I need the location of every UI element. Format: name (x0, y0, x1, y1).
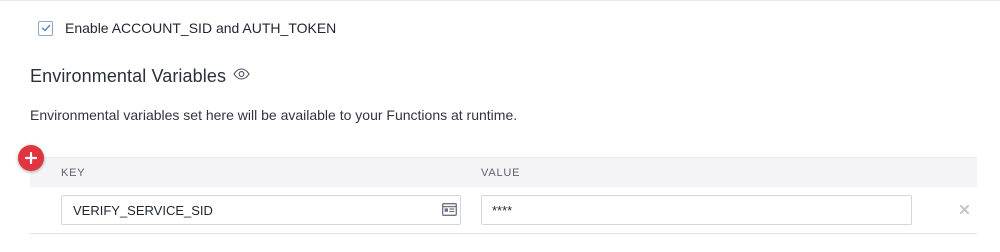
functions-config-panel: Enable ACCOUNT_SID and AUTH_TOKEN Enviro… (0, 0, 1000, 252)
column-header-key: KEY (61, 167, 86, 179)
contact-card-icon[interactable] (442, 203, 457, 216)
top-divider (0, 0, 1000, 1)
enable-credentials-label: Enable ACCOUNT_SID and AUTH_TOKEN (65, 20, 337, 36)
checkmark-icon (41, 24, 50, 32)
column-header-value: VALUE (481, 167, 521, 179)
value-input[interactable] (481, 195, 912, 225)
remove-variable-button[interactable] (958, 203, 970, 215)
plus-icon (25, 152, 37, 164)
section-title: Environmental Variables (30, 66, 227, 86)
env-table-header: KEY VALUE (30, 157, 977, 187)
table-row (30, 187, 977, 234)
section-description: Environmental variables set here will be… (30, 107, 518, 123)
add-variable-button[interactable] (18, 145, 44, 171)
enable-credentials-checkbox[interactable] (38, 20, 53, 36)
enable-credentials-row[interactable]: Enable ACCOUNT_SID and AUTH_TOKEN (38, 20, 336, 36)
eye-icon[interactable] (233, 67, 250, 80)
env-section-header: Environmental Variables (30, 66, 250, 87)
close-icon (959, 204, 969, 214)
key-input[interactable] (61, 195, 461, 225)
